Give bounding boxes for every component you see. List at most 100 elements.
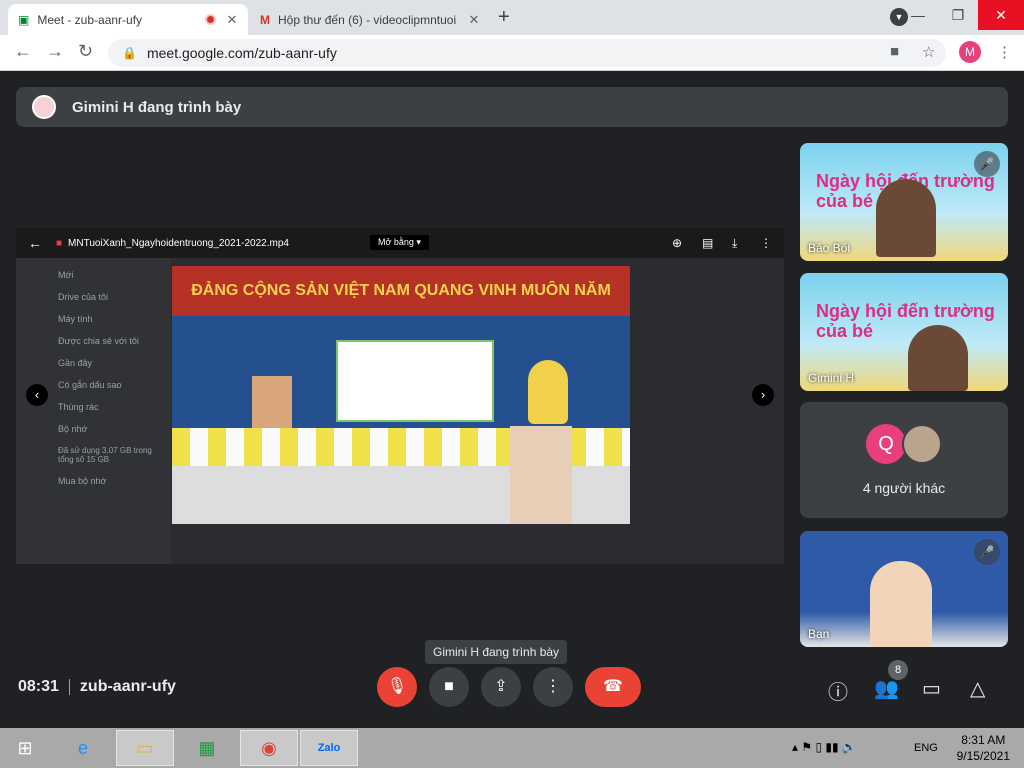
lectern (510, 426, 572, 524)
hang-up-icon: ☎ (603, 678, 623, 695)
window-controls: — ❐ ✕ (898, 0, 1024, 30)
participant-name: Bạn (808, 627, 830, 641)
clock-time: 8:31 AM (961, 733, 1006, 747)
star-icon[interactable]: ☆ (922, 43, 935, 61)
profile-avatar[interactable]: M (959, 41, 981, 63)
comment-icon[interactable]: ▤ (702, 236, 713, 250)
previous-arrow-icon[interactable]: ‹ (26, 384, 48, 406)
more-options-button[interactable]: ⋮ (533, 667, 573, 707)
add-to-drive-icon[interactable]: ⊕ (672, 236, 682, 250)
drive-sidebar-item[interactable]: Drive của tôi (16, 286, 171, 308)
activities-icon[interactable]: △ (970, 676, 985, 701)
people-count-badge: 8 (888, 660, 908, 680)
participant-tile[interactable]: Ngày hội đến trường của bé Gimini H (800, 273, 1008, 391)
buy-storage-button[interactable]: Mua bộ nhớ (16, 470, 171, 492)
participant-avatar-q: Q (866, 424, 906, 464)
meeting-info: 08:31 zub-aanr-ufy (18, 678, 176, 696)
store-icon[interactable]: ▦ (178, 730, 236, 766)
mic-off-icon: 🎙 (386, 678, 408, 695)
lock-icon: 🔒 (122, 46, 137, 60)
file-name: MNTuoiXanh_Ngayhoidentruong_2021-2022.mp… (68, 237, 289, 249)
new-tab-button[interactable]: + (498, 6, 510, 29)
camera-icon[interactable]: ■ (890, 43, 899, 60)
tab-title: Meet - zub-aanr-ufy (37, 12, 143, 27)
close-tab-icon[interactable]: ✕ (224, 12, 240, 28)
language-indicator[interactable]: ENG (914, 742, 938, 754)
windows-taskbar: ⊞ e ▭ ▦ ◉ Zalo ▴ ⚑ ▯ ▮▮ 🔈 ENG 8:31 AM 9/… (0, 728, 1024, 768)
more-icon[interactable]: ⋮ (760, 236, 772, 250)
tab-title: Hộp thư đến (6) - videoclipmntuoi (278, 12, 457, 27)
system-tray-icons[interactable]: ▴ ⚑ ▯ ▮▮ 🔈 (792, 740, 857, 754)
drive-preview-toolbar: ← ■ MNTuoiXanh_Ngayhoidentruong_2021-202… (16, 228, 784, 258)
open-with-button[interactable]: Mở bằng ▾ (370, 235, 429, 250)
meeting-code: zub-aanr-ufy (79, 678, 176, 695)
presenter-label: Gimini H đang trình bày (72, 98, 242, 116)
participant-video (876, 179, 936, 257)
presenter-bar: Gimini H đang trình bày (16, 87, 1008, 127)
chrome-icon[interactable]: ◉ (240, 730, 298, 766)
drive-storage-text: Đã sử dụng 3,07 GB trong tổng số 15 GB (58, 446, 152, 464)
drive-sidebar-item[interactable]: Máy tính (16, 308, 171, 330)
present-button[interactable]: ⇪ (481, 667, 521, 707)
mic-toggle-button[interactable]: 🎙 (377, 667, 417, 707)
start-windows-icon[interactable]: ⊞ (0, 730, 50, 766)
google-meet-icon: ▣ (18, 12, 30, 27)
leave-call-button[interactable]: ☎ (585, 667, 641, 707)
url-text: meet.google.com/zub-aanr-ufy (146, 45, 337, 61)
file-explorer-icon[interactable]: ▭ (116, 730, 174, 766)
event-board (336, 340, 494, 422)
stage-banner: ĐẢNG CỘNG SẢN VIỆT NAM QUANG VINH MUÔN N… (191, 282, 611, 299)
more-vert-icon: ⋮ (545, 678, 561, 695)
participant-tile[interactable]: Ngày hội đến trường của bé 🎤 Bảo Bối (800, 143, 1008, 261)
divider (68, 678, 70, 695)
meeting-time: 08:31 (18, 678, 59, 695)
menu-kebab-icon[interactable]: ⋮ (997, 43, 1012, 61)
participant-name: Gimini H (808, 371, 855, 385)
camera-toggle-button[interactable]: ■ (429, 667, 469, 707)
mic-off-icon: 🎤 (974, 151, 1000, 177)
video-file-icon: ■ (56, 237, 63, 249)
close-window-button[interactable]: ✕ (978, 0, 1024, 30)
browser-tab-strip: ▣ Meet - zub-aanr-ufy ✕ M Hộp thư đến (6… (0, 0, 1024, 35)
self-view-tile[interactable]: 🎤 Bạn (800, 531, 1008, 647)
browser-toolbar: ← → ↻ 🔒 meet.google.com/zub-aanr-ufy ■ ☆… (0, 35, 1024, 71)
drive-sidebar-item[interactable]: Bộ nhớ (16, 418, 171, 440)
drive-sidebar-item[interactable]: Được chia sẻ với tôi (16, 330, 171, 352)
close-tab-icon[interactable]: ✕ (466, 12, 482, 28)
drive-sidebar-item[interactable]: Gần đây (16, 352, 171, 374)
zalo-icon[interactable]: Zalo (300, 730, 358, 766)
others-tile[interactable]: Q 4 người khác (800, 402, 1008, 518)
next-arrow-icon[interactable]: › (752, 384, 774, 406)
reload-icon[interactable]: ↻ (78, 41, 93, 62)
slide-title: Ngày hội đến trường của bé (816, 301, 995, 341)
chat-icon[interactable]: ▭ (922, 676, 941, 701)
open-with-label: Mở bằng (378, 237, 414, 247)
back-arrow-icon[interactable]: ← (14, 41, 32, 62)
mic-off-icon: 🎤 (974, 539, 1000, 565)
speaker (528, 360, 568, 424)
internet-explorer-icon[interactable]: e (54, 730, 112, 766)
clock-date: 9/15/2021 (956, 749, 1010, 763)
tab-meet[interactable]: ▣ Meet - zub-aanr-ufy ✕ (8, 4, 248, 35)
participant-video (908, 325, 968, 391)
minimize-button[interactable]: — (898, 0, 938, 30)
address-bar[interactable]: 🔒 meet.google.com/zub-aanr-ufy (108, 39, 946, 67)
video-player[interactable]: ĐẢNG CỘNG SẢN VIỆT NAM QUANG VINH MUÔN N… (172, 266, 630, 524)
participant-name: Bảo Bối (808, 241, 851, 255)
back-arrow-icon[interactable]: ← (28, 235, 42, 251)
drive-sidebar: Mới Drive của tôi Máy tính Được chia sẻ … (16, 258, 171, 564)
tooltip: Gimini H đang trình bày (425, 640, 568, 664)
presenter-avatar (32, 95, 56, 119)
others-count-label: 4 người khác (862, 480, 946, 496)
gmail-icon: M (260, 12, 270, 27)
forward-arrow-icon[interactable]: → (46, 41, 64, 62)
restore-button[interactable]: ❐ (938, 0, 978, 30)
recording-icon (205, 14, 216, 25)
tab-gmail[interactable]: M Hộp thư đến (6) - videoclipmntuoi ✕ (252, 4, 490, 35)
download-icon[interactable]: ⤓ (732, 236, 737, 251)
taskbar-clock[interactable]: 8:31 AM 9/15/2021 (957, 732, 1010, 764)
participant-avatar (902, 424, 942, 464)
drive-new-button[interactable]: Mới (16, 264, 171, 286)
meeting-details-icon[interactable]: ⓘ (828, 676, 848, 705)
present-screen-icon: ⇪ (494, 678, 508, 695)
